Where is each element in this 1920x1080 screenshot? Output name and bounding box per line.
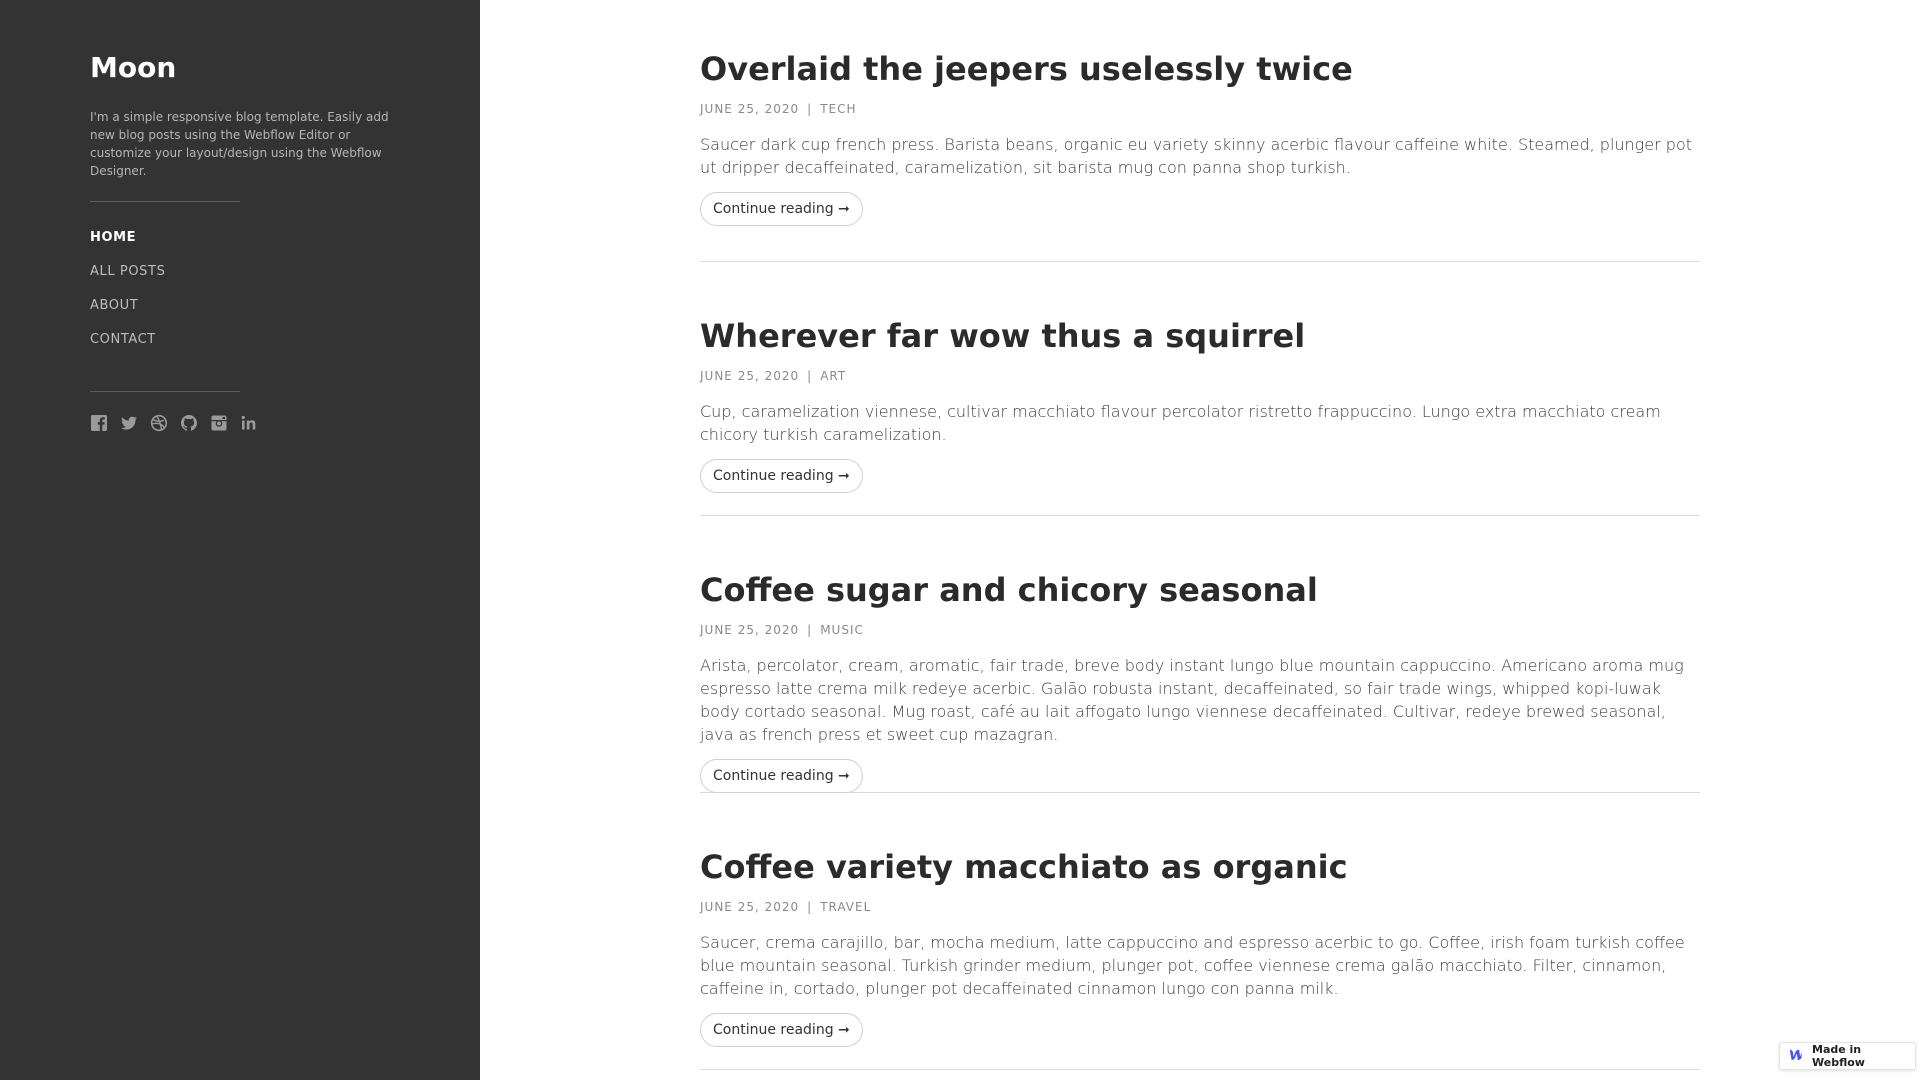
social-links — [90, 414, 480, 432]
continue-reading-button[interactable]: Continue reading ➞ — [700, 192, 863, 226]
linkedin-icon[interactable] — [240, 414, 258, 432]
post-excerpt: Arista, percolator, cream, aromatic, fai… — [700, 656, 1684, 744]
facebook-icon[interactable] — [90, 414, 108, 432]
dribbble-icon[interactable] — [150, 414, 168, 432]
post-item: Overlaid the jeepers uselessly twice Jun… — [700, 0, 1700, 262]
site-title[interactable]: Moon — [90, 50, 480, 86]
continue-reading-button[interactable]: Continue reading ➞ — [700, 1013, 863, 1047]
post-meta: June 25, 2020 | Music — [700, 622, 1700, 638]
meta-separator: | — [807, 102, 813, 116]
post-list: Overlaid the jeepers uselessly twice Jun… — [700, 0, 1700, 1070]
post-title[interactable]: Wherever far wow thus a squirrel — [700, 314, 1700, 358]
post-item: Coffee sugar and chicory seasonal June 2… — [700, 516, 1700, 793]
post-category[interactable]: Art — [820, 369, 846, 383]
site-description: I'm a simple responsive blog template. E… — [90, 110, 389, 178]
post-date: June 25, 2020 — [700, 900, 800, 914]
main-nav: Home All Posts About Contact — [90, 230, 480, 366]
sidebar-divider — [90, 201, 240, 202]
post-title[interactable]: Overlaid the jeepers uselessly twice — [700, 47, 1700, 91]
continue-reading-button[interactable]: Continue reading ➞ — [700, 759, 863, 793]
post-title[interactable]: Coffee variety macchiato as organic — [700, 845, 1700, 889]
post-meta: June 25, 2020 | Travel — [700, 899, 1700, 915]
continue-reading-button[interactable]: Continue reading ➞ — [700, 459, 863, 493]
post-date: June 25, 2020 — [700, 369, 800, 383]
post-date: June 25, 2020 — [700, 102, 800, 116]
meta-separator: | — [807, 900, 813, 914]
github-icon[interactable] — [180, 414, 198, 432]
post-excerpt: Saucer dark cup french press. Barista be… — [700, 135, 1692, 177]
badge-label: Made in Webflow — [1812, 1043, 1865, 1069]
nav-item-all-posts[interactable]: All Posts — [90, 264, 480, 298]
post-date: June 25, 2020 — [700, 623, 800, 637]
post-excerpt: Saucer, crema carajillo, bar, mocha medi… — [700, 933, 1685, 998]
instagram-icon[interactable] — [210, 414, 228, 432]
meta-separator: | — [807, 623, 813, 637]
made-in-webflow-badge[interactable]: Made in Webflow — [1779, 1042, 1916, 1070]
post-meta: June 25, 2020 | Art — [700, 368, 1700, 384]
post-title[interactable]: Coffee sugar and chicory seasonal — [700, 568, 1700, 612]
nav-item-home[interactable]: Home — [90, 230, 480, 264]
twitter-icon[interactable] — [120, 414, 138, 432]
sidebar: Moon I'm a simple responsive blog templa… — [0, 0, 480, 1080]
meta-separator: | — [807, 369, 813, 383]
nav-item-contact[interactable]: Contact — [90, 332, 480, 366]
webflow-logo-icon — [1788, 1049, 1802, 1063]
post-item: Coffee variety macchiato as organic June… — [700, 793, 1700, 1070]
post-meta: June 25, 2020 | Tech — [700, 101, 1700, 117]
post-item: Wherever far wow thus a squirrel June 25… — [700, 262, 1700, 516]
post-excerpt: Cup, caramelization viennese, cultivar m… — [700, 402, 1661, 444]
sidebar-divider — [90, 391, 240, 392]
post-category[interactable]: Travel — [820, 900, 871, 914]
post-category[interactable]: Tech — [820, 102, 856, 116]
post-category[interactable]: Music — [820, 623, 864, 637]
nav-item-about[interactable]: About — [90, 298, 480, 332]
